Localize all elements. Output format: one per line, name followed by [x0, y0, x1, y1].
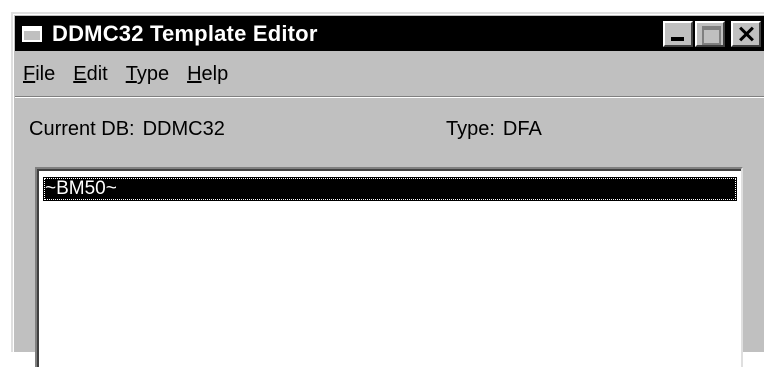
type-info: Type: DFA — [446, 118, 542, 141]
current-db-label: Current DB: — [29, 118, 135, 140]
list-item[interactable]: ~BM50~ — [43, 177, 737, 201]
minimize-icon[interactable] — [663, 20, 693, 47]
current-db-value: DDMC32 — [142, 118, 225, 140]
menu-file-accelerator: F — [23, 62, 36, 85]
menu-file-label: ile — [35, 62, 56, 85]
menu-type-accelerator: T — [125, 62, 137, 85]
menu-type[interactable]: Type — [122, 63, 173, 86]
current-db-info: Current DB: DDMC32 — [29, 118, 225, 141]
menu-bar: File Edit Type Help — [15, 58, 764, 90]
close-icon[interactable] — [731, 20, 761, 47]
window-controls — [663, 20, 761, 47]
template-editor-window: DDMC32 Template Editor File Edit Type He… — [11, 12, 764, 367]
menu-edit-accelerator: E — [73, 62, 87, 85]
type-value: DFA — [502, 118, 542, 140]
menu-help[interactable]: Help — [183, 63, 232, 86]
maximize-icon[interactable] — [695, 20, 725, 47]
window-title: DDMC32 Template Editor — [52, 20, 318, 46]
title-bar[interactable]: DDMC32 Template Editor — [15, 16, 764, 51]
menu-type-label: ype — [136, 62, 170, 85]
menu-help-accelerator: H — [187, 62, 202, 85]
menu-edit[interactable]: Edit — [69, 63, 111, 86]
menu-edit-label: dit — [86, 62, 108, 85]
template-list[interactable]: ~BM50~ — [35, 167, 743, 367]
window-icon[interactable] — [22, 25, 42, 42]
type-label: Type: — [446, 118, 495, 140]
menu-separator — [15, 96, 764, 98]
menu-file[interactable]: File — [19, 63, 59, 86]
menu-help-label: elp — [201, 62, 229, 85]
